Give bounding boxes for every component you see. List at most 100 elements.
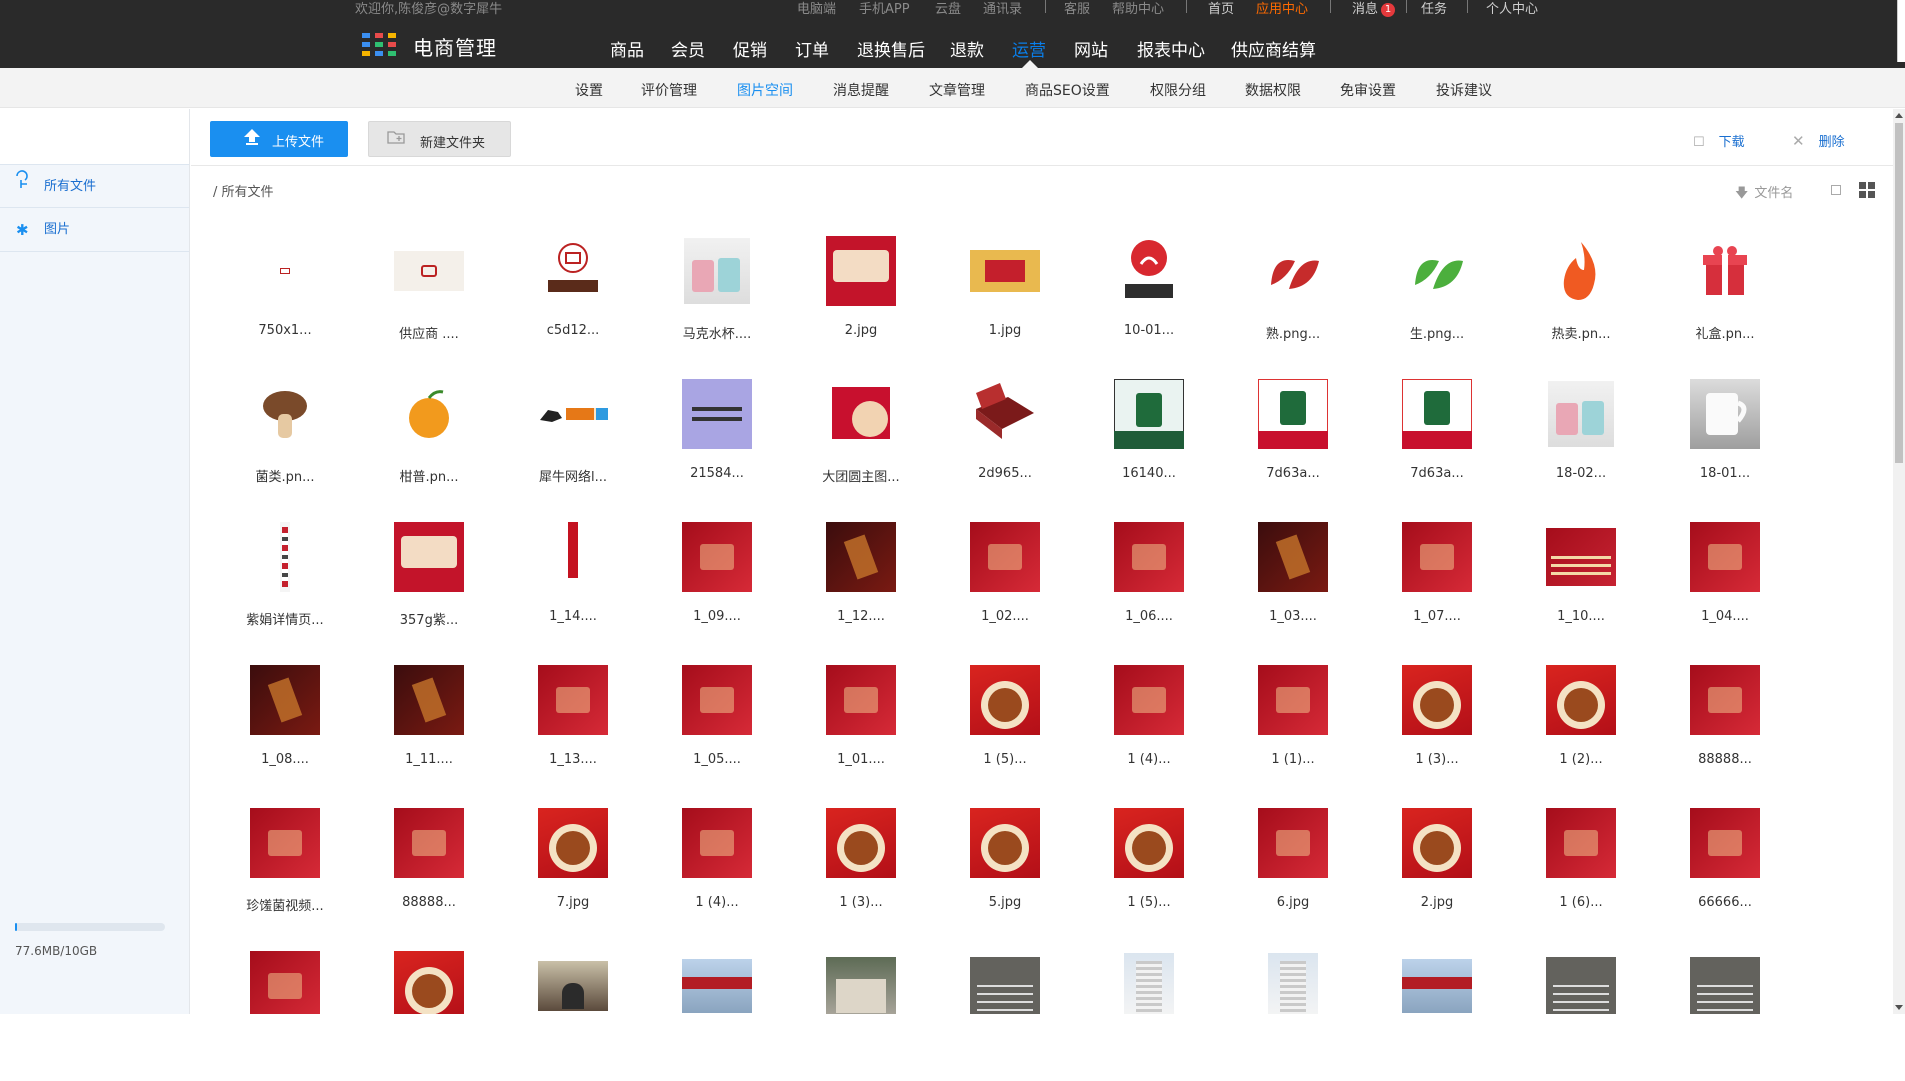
- file-tile[interactable]: 大团圆主图...: [789, 379, 933, 509]
- link-contacts[interactable]: 通讯录: [983, 0, 1022, 17]
- file-tile[interactable]: 菌类.pn...: [213, 379, 357, 509]
- file-thumbnail[interactable]: [250, 236, 320, 306]
- file-thumbnail[interactable]: [250, 665, 320, 735]
- file-tile[interactable]: 1_12....: [789, 522, 933, 652]
- file-tile[interactable]: 马克水杯....: [645, 236, 789, 366]
- file-tile[interactable]: 16140...: [1077, 379, 1221, 509]
- file-thumbnail[interactable]: [682, 665, 752, 735]
- link-service[interactable]: 客服: [1064, 0, 1090, 17]
- file-tile[interactable]: 珍馐菌视频...: [213, 808, 357, 938]
- file-thumbnail[interactable]: [1546, 665, 1616, 735]
- file-tile[interactable]: 6.jpg: [1221, 808, 1365, 938]
- link-personal-center[interactable]: 个人中心: [1486, 0, 1538, 17]
- file-tile[interactable]: 生.png...: [1365, 236, 1509, 366]
- file-thumbnail[interactable]: [1402, 522, 1472, 592]
- file-tile[interactable]: 1 (3)...: [789, 808, 933, 938]
- file-thumbnail[interactable]: [1114, 808, 1184, 878]
- file-thumbnail[interactable]: [1114, 236, 1184, 306]
- file-thumbnail[interactable]: [1690, 951, 1760, 1021]
- file-thumbnail[interactable]: [250, 379, 320, 449]
- file-tile[interactable]: 1 (5)...: [1077, 808, 1221, 938]
- file-tile[interactable]: 1_07....: [1365, 522, 1509, 652]
- file-tile[interactable]: 1 (4)...: [1077, 665, 1221, 795]
- file-tile[interactable]: 18-02...: [1509, 379, 1653, 509]
- file-tile[interactable]: 7.jpg: [501, 808, 645, 938]
- file-tile[interactable]: 1_01....: [789, 665, 933, 795]
- grid-view-icon[interactable]: [1859, 182, 1875, 198]
- file-thumbnail[interactable]: [538, 808, 608, 878]
- file-tile[interactable]: 1_13....: [501, 665, 645, 795]
- file-tile[interactable]: 7d63a...: [1365, 379, 1509, 509]
- file-thumbnail[interactable]: [250, 522, 320, 592]
- sidebar-item-all-files[interactable]: 所有文件: [0, 164, 189, 208]
- file-tile[interactable]: 1_11....: [357, 665, 501, 795]
- file-thumbnail[interactable]: [538, 951, 608, 1021]
- file-thumbnail[interactable]: [1546, 236, 1616, 306]
- file-tile[interactable]: 21584...: [645, 379, 789, 509]
- file-thumbnail[interactable]: [826, 951, 896, 1021]
- subnav-permission-groups[interactable]: 权限分组: [1150, 80, 1206, 100]
- link-help[interactable]: 帮助中心: [1112, 0, 1164, 17]
- file-tile[interactable]: 7d63a...: [1221, 379, 1365, 509]
- file-tile[interactable]: 2.jpg: [1365, 808, 1509, 938]
- file-thumbnail[interactable]: [1402, 951, 1472, 1021]
- scroll-down-icon[interactable]: [1895, 1005, 1903, 1010]
- file-thumbnail[interactable]: [394, 951, 464, 1021]
- new-folder-button[interactable]: 新建文件夹: [368, 121, 511, 157]
- subnav-articles[interactable]: 文章管理: [929, 80, 985, 100]
- file-thumbnail[interactable]: [538, 236, 608, 306]
- download-button[interactable]: ☐ 下载: [1693, 131, 1745, 150]
- file-thumbnail[interactable]: [1258, 522, 1328, 592]
- file-thumbnail[interactable]: [1690, 522, 1760, 592]
- delete-button[interactable]: ✕ 删除: [1792, 131, 1845, 150]
- file-tile[interactable]: 10-01...: [1077, 236, 1221, 366]
- file-thumbnail[interactable]: [394, 665, 464, 735]
- file-thumbnail[interactable]: [394, 808, 464, 878]
- nav-website[interactable]: 网站: [1074, 36, 1108, 61]
- file-thumbnail[interactable]: [1402, 665, 1472, 735]
- subnav-reviews[interactable]: 评价管理: [641, 80, 697, 100]
- file-thumbnail[interactable]: [970, 951, 1040, 1021]
- link-tasks[interactable]: 任务: [1421, 0, 1447, 17]
- file-thumbnail[interactable]: [1546, 808, 1616, 878]
- file-thumbnail[interactable]: [970, 665, 1040, 735]
- file-thumbnail[interactable]: [1258, 665, 1328, 735]
- file-thumbnail[interactable]: [538, 379, 608, 449]
- file-tile[interactable]: 1 (5)...: [933, 665, 1077, 795]
- file-thumbnail[interactable]: [682, 522, 752, 592]
- file-thumbnail[interactable]: [682, 379, 752, 449]
- sidebar-item-images[interactable]: ✱ 图片: [0, 208, 189, 252]
- file-tile[interactable]: 2.jpg: [789, 236, 933, 366]
- nav-operations[interactable]: 运营: [1012, 36, 1046, 61]
- file-thumbnail[interactable]: [1402, 808, 1472, 878]
- file-tile[interactable]: 357g紫...: [357, 522, 501, 652]
- file-thumbnail[interactable]: [1690, 808, 1760, 878]
- file-thumbnail[interactable]: [1546, 951, 1616, 1021]
- subnav-complaints[interactable]: 投诉建议: [1436, 80, 1492, 100]
- file-thumbnail[interactable]: [1402, 379, 1472, 449]
- file-thumbnail[interactable]: [1114, 951, 1184, 1021]
- link-cloud[interactable]: 云盘: [935, 0, 961, 17]
- file-thumbnail[interactable]: [970, 236, 1040, 306]
- file-thumbnail[interactable]: [394, 379, 464, 449]
- file-thumbnail[interactable]: [1402, 236, 1472, 306]
- link-desktop[interactable]: 电脑端: [797, 0, 836, 17]
- file-thumbnail[interactable]: [1258, 808, 1328, 878]
- file-thumbnail[interactable]: [250, 808, 320, 878]
- file-thumbnail[interactable]: [682, 951, 752, 1021]
- file-tile[interactable]: 礼盒.pn...: [1653, 236, 1797, 366]
- file-tile[interactable]: 1 (2)...: [1509, 665, 1653, 795]
- file-thumbnail[interactable]: [1690, 379, 1760, 449]
- file-thumbnail[interactable]: [1546, 379, 1616, 449]
- file-thumbnail[interactable]: [394, 522, 464, 592]
- file-thumbnail[interactable]: [826, 665, 896, 735]
- nav-promotions[interactable]: 促销: [733, 36, 767, 61]
- nav-supplier-settlement[interactable]: 供应商结算: [1231, 36, 1316, 61]
- subnav-image-space[interactable]: 图片空间: [737, 80, 793, 100]
- file-thumbnail[interactable]: [394, 236, 464, 306]
- file-tile[interactable]: 750x1...: [213, 236, 357, 366]
- file-thumbnail[interactable]: [538, 665, 608, 735]
- list-view-icon[interactable]: [1831, 185, 1841, 195]
- file-tile[interactable]: 1_03....: [1221, 522, 1365, 652]
- subnav-settings[interactable]: 设置: [575, 80, 603, 100]
